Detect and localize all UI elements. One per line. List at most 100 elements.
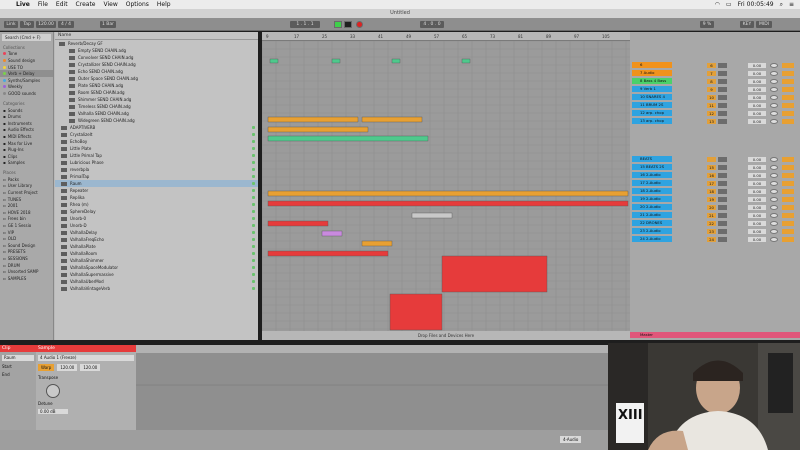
track-activator-button[interactable] — [782, 86, 794, 92]
pan-knob[interactable] — [770, 86, 778, 92]
category-item[interactable]: ▪ Clips — [0, 153, 53, 160]
place-item[interactable]: ▫ 2001 — [0, 202, 53, 209]
file-row[interactable]: Echo SEND CHAIN.adg — [55, 68, 258, 75]
category-item[interactable]: ▪ Samples — [0, 160, 53, 167]
mixer-track[interactable]: 12 arp. chop 12 0.00 — [630, 110, 800, 116]
menu-view[interactable]: View — [103, 1, 117, 8]
track-activator-button[interactable] — [782, 110, 794, 116]
file-row[interactable]: Replika — [55, 194, 258, 201]
track-name[interactable]: 15 BEATS 2S — [632, 164, 672, 170]
collection-item[interactable]: Verb + Delay — [0, 70, 53, 77]
mixer-track[interactable]: 20 2-Audio 20 0.00 — [630, 204, 800, 210]
solo-button[interactable] — [718, 180, 727, 186]
pan-knob[interactable] — [770, 172, 778, 178]
volume-field[interactable]: 0.00 — [748, 204, 766, 210]
file-row[interactable]: Shimmer SEND CHAIN.adg — [55, 96, 258, 103]
solo-button[interactable] — [718, 228, 727, 234]
track-activator-button[interactable] — [782, 156, 794, 162]
solo-button[interactable] — [718, 204, 727, 210]
hotswap-icon[interactable] — [252, 161, 255, 164]
mixer-track[interactable]: 24 2-Audio 24 0.00 — [630, 236, 800, 242]
arrangement-lanes[interactable] — [262, 41, 630, 331]
hotswap-icon[interactable] — [252, 189, 255, 192]
pan-knob[interactable] — [770, 118, 778, 124]
mixer-track[interactable]: 15 BEATS 2S 15 0.00 — [630, 164, 800, 170]
app-menu[interactable]: Live — [16, 1, 30, 8]
pan-knob[interactable] — [770, 62, 778, 68]
file-row[interactable]: ValhallaSpaceModulator — [55, 264, 258, 271]
pan-knob[interactable] — [770, 102, 778, 108]
clip-name-field[interactable]: Raum — [2, 355, 34, 361]
track-activator-button[interactable] — [782, 164, 794, 170]
hotswap-icon[interactable] — [252, 168, 255, 171]
file-row[interactable]: Raum — [55, 180, 258, 187]
file-row[interactable]: Room SEND CHAIN.adg — [55, 89, 258, 96]
volume-field[interactable]: 0.00 — [748, 220, 766, 226]
hotswap-icon[interactable] — [252, 224, 255, 227]
track-selector[interactable]: 4-Audio — [560, 436, 582, 443]
mixer-track[interactable]: 17 2-Audio 17 0.00 — [630, 180, 800, 186]
stop-button[interactable] — [344, 21, 352, 28]
collection-item[interactable]: Sound design — [0, 57, 53, 64]
track-name[interactable]: 6 — [632, 62, 672, 68]
volume-field[interactable]: 0.00 — [748, 212, 766, 218]
track-activator-button[interactable] — [782, 196, 794, 202]
file-row[interactable]: Little Primal Tap — [55, 152, 258, 159]
file-row[interactable]: ADAPTIVERB — [55, 124, 258, 131]
link-button[interactable]: Link — [4, 21, 18, 28]
pan-knob[interactable] — [770, 70, 778, 76]
sample-name-field[interactable]: 4 Audio 1 (Freeze) — [38, 355, 134, 361]
track-activator-button[interactable] — [782, 236, 794, 242]
drop-zone[interactable]: Drop Files and Devices Here — [262, 331, 630, 340]
record-button[interactable] — [356, 21, 363, 28]
category-item[interactable]: ▪ Max for Live — [0, 140, 53, 147]
solo-button[interactable] — [718, 164, 727, 170]
file-row[interactable]: Widegreen SEND CHAIN.adg — [55, 117, 258, 124]
pan-knob[interactable] — [770, 220, 778, 226]
solo-button[interactable] — [718, 220, 727, 226]
solo-button[interactable] — [718, 196, 727, 202]
track-activator-button[interactable] — [782, 172, 794, 178]
volume-field[interactable]: 0.00 — [748, 118, 766, 124]
collection-item[interactable]: Weekly — [0, 84, 53, 91]
track-name[interactable]: 9 Verb 1 — [632, 86, 672, 92]
mixer-track[interactable]: 6 6 0.00 — [630, 62, 800, 68]
pan-knob[interactable] — [770, 156, 778, 162]
file-row[interactable]: Outer Space SEND CHAIN.adg — [55, 75, 258, 82]
pan-knob[interactable] — [770, 188, 778, 194]
track-activator-button[interactable] — [782, 180, 794, 186]
name-column-header[interactable]: Name — [55, 32, 258, 40]
place-item[interactable]: ▫ SAMPLES — [0, 275, 53, 282]
pan-knob[interactable] — [770, 212, 778, 218]
track-name[interactable]: 19 2-Audio — [632, 196, 672, 202]
category-item[interactable]: ▪ Instruments — [0, 120, 53, 127]
place-item[interactable]: ▫ Frees bin — [0, 216, 53, 223]
collection-item[interactable]: Synths/Samples — [0, 77, 53, 84]
track-activator-button[interactable] — [782, 78, 794, 84]
file-row[interactable]: EchoBoy — [55, 138, 258, 145]
file-row[interactable]: ValhallaShimmer — [55, 257, 258, 264]
category-item[interactable]: ▪ Drums — [0, 113, 53, 120]
file-row[interactable]: ValhallaVintageVerb — [55, 285, 258, 292]
file-row[interactable]: Reverb/Decay GF — [55, 40, 258, 47]
track-activator-button[interactable] — [782, 118, 794, 124]
track-activator-button[interactable] — [782, 70, 794, 76]
menu-help[interactable]: Help — [157, 1, 171, 8]
track-name[interactable]: 12 arp. chop — [632, 110, 672, 116]
volume-field[interactable]: 0.00 — [748, 110, 766, 116]
pan-knob[interactable] — [770, 164, 778, 170]
place-item[interactable]: ▫ OLD — [0, 235, 53, 242]
file-row[interactable]: Repeater — [55, 187, 258, 194]
track-name[interactable]: 16 2-Audio — [632, 172, 672, 178]
file-row[interactable]: Convolver SEND CHAIN.adg — [55, 54, 258, 61]
hotswap-icon[interactable] — [252, 154, 255, 157]
solo-button[interactable] — [718, 212, 727, 218]
file-row[interactable]: CrystalizeIt — [55, 131, 258, 138]
track-name[interactable]: 17 2-Audio — [632, 180, 672, 186]
track-activator-button[interactable] — [782, 62, 794, 68]
solo-button[interactable] — [718, 172, 727, 178]
hotswap-icon[interactable] — [252, 231, 255, 234]
volume-field[interactable]: 0.00 — [748, 102, 766, 108]
file-row[interactable]: ValhallaDelay — [55, 229, 258, 236]
file-row[interactable]: Plate SEND CHAIN.adg — [55, 82, 258, 89]
